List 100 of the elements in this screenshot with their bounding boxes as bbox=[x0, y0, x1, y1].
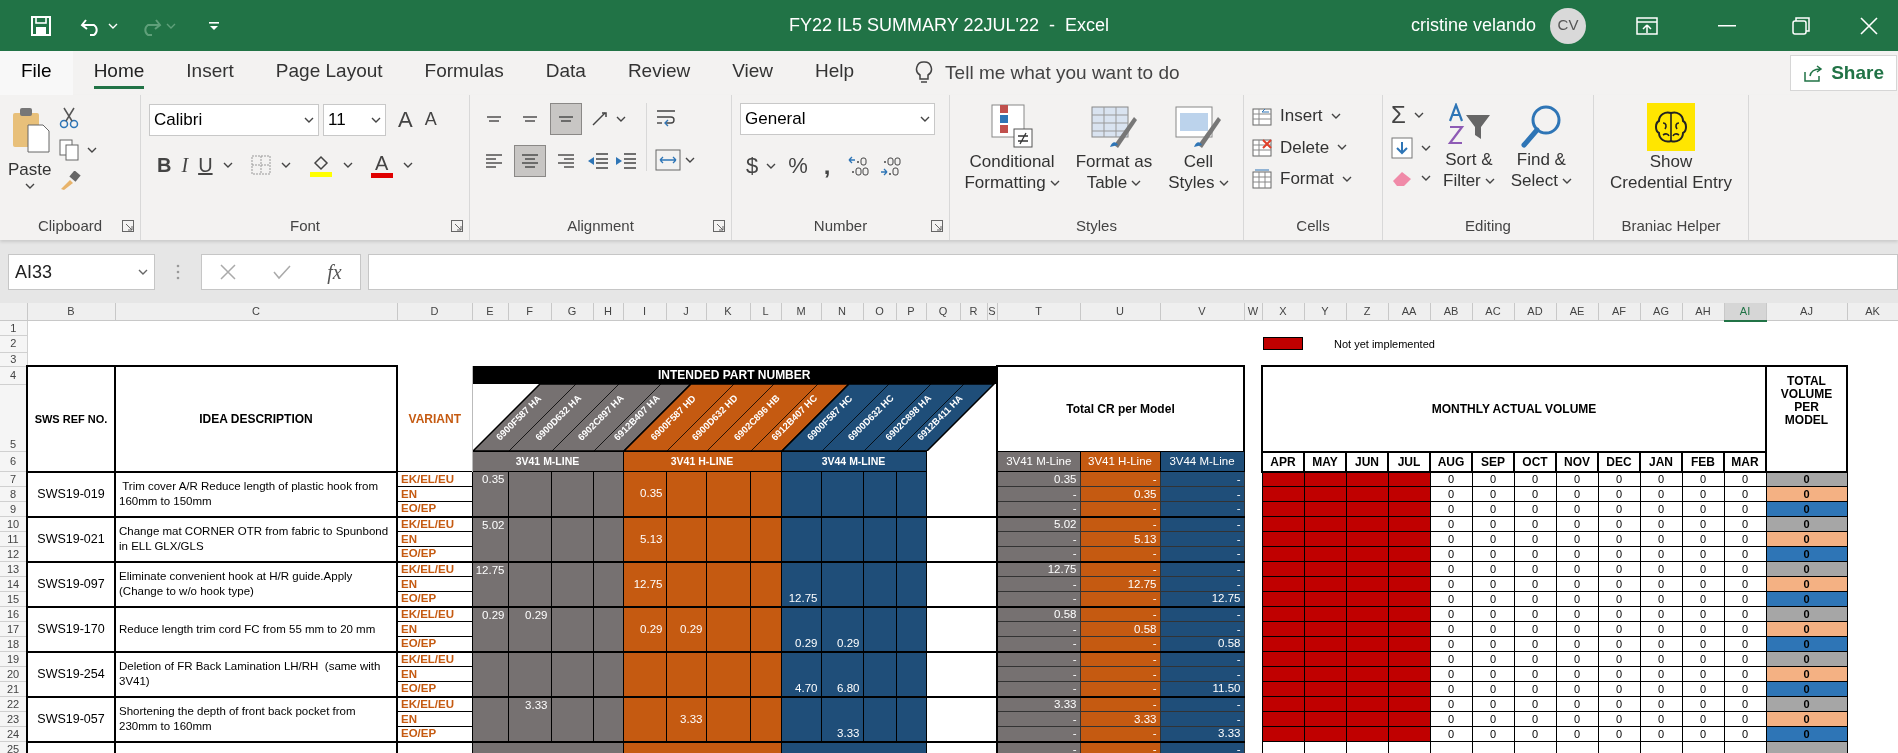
decrease-indent-icon[interactable] bbox=[586, 151, 610, 171]
ribbon-tab[interactable]: View bbox=[711, 51, 795, 95]
column-header[interactable]: B bbox=[27, 303, 115, 321]
column-header[interactable]: Z bbox=[1346, 303, 1388, 321]
save-icon[interactable] bbox=[30, 14, 52, 37]
column-header[interactable]: J bbox=[666, 303, 706, 321]
caret-icon[interactable] bbox=[1330, 112, 1341, 119]
column-header[interactable]: AE bbox=[1556, 303, 1598, 321]
find-select-button[interactable]: Find & Select bbox=[1506, 103, 1577, 191]
column-header[interactable]: AH bbox=[1682, 303, 1724, 321]
dialog-launcher-icon[interactable] bbox=[451, 220, 463, 232]
insert-function-button[interactable]: fx bbox=[327, 257, 342, 287]
column-header[interactable]: O bbox=[863, 303, 896, 321]
column-header[interactable]: C bbox=[115, 303, 397, 321]
column-header[interactable]: AK bbox=[1847, 303, 1898, 321]
conditional-formatting-button[interactable]: Conditional Formatting bbox=[960, 103, 1064, 193]
paste-button[interactable]: Paste bbox=[8, 107, 52, 189]
font-size-field[interactable]: 11 bbox=[323, 103, 386, 136]
lightbulb-icon[interactable] bbox=[915, 60, 934, 86]
caret-icon[interactable] bbox=[1337, 144, 1348, 151]
ribbon-tab[interactable]: Review bbox=[606, 51, 712, 95]
column-header[interactable]: U bbox=[1080, 303, 1160, 321]
column-header[interactable]: K bbox=[706, 303, 750, 321]
column-header[interactable]: AA bbox=[1388, 303, 1430, 321]
decrease-decimal-icon[interactable] bbox=[878, 154, 903, 177]
caret-icon[interactable] bbox=[1218, 179, 1229, 186]
share-button[interactable]: Share bbox=[1790, 55, 1897, 91]
column-header[interactable]: AD bbox=[1514, 303, 1556, 321]
name-box[interactable]: AI33 bbox=[8, 254, 155, 290]
ribbon-tab[interactable]: File bbox=[0, 51, 73, 95]
autosum-button[interactable]: Σ bbox=[1391, 103, 1406, 127]
column-header[interactable]: X bbox=[1262, 303, 1304, 321]
restore-icon[interactable] bbox=[1792, 16, 1810, 35]
caret-icon[interactable] bbox=[1413, 112, 1424, 118]
caret-icon[interactable] bbox=[138, 269, 148, 275]
align-button[interactable] bbox=[550, 103, 582, 135]
ribbon-tab[interactable]: Formulas bbox=[403, 51, 525, 95]
formula-input[interactable] bbox=[368, 254, 1898, 290]
column-header[interactable]: F bbox=[508, 303, 551, 321]
column-header[interactable]: R bbox=[960, 303, 987, 321]
shrink-font-button[interactable]: A bbox=[424, 106, 437, 133]
grow-font-button[interactable]: A bbox=[398, 103, 413, 136]
column-header[interactable]: AB bbox=[1430, 303, 1472, 321]
merge-cells-icon[interactable] bbox=[655, 149, 681, 171]
dialog-launcher-icon[interactable] bbox=[931, 220, 943, 232]
credential-entry-button[interactable]: Show Credential Entry bbox=[1606, 103, 1736, 193]
ribbon-display-icon[interactable] bbox=[1636, 16, 1658, 35]
caret-icon[interactable] bbox=[1562, 177, 1573, 184]
column-header[interactable]: M bbox=[781, 303, 821, 321]
font-name-field[interactable]: Calibri bbox=[149, 103, 319, 136]
caret-icon[interactable] bbox=[222, 162, 233, 168]
user-avatar[interactable]: CV bbox=[1550, 7, 1586, 44]
caret-icon[interactable] bbox=[685, 157, 695, 163]
column-header[interactable]: AF bbox=[1598, 303, 1640, 321]
caret-icon[interactable] bbox=[371, 116, 381, 123]
caret-icon[interactable] bbox=[342, 162, 353, 168]
column-header[interactable]: D bbox=[397, 303, 472, 321]
column-header[interactable]: P bbox=[896, 303, 926, 321]
increase-indent-icon[interactable] bbox=[614, 151, 638, 171]
ribbon-tab[interactable]: Page Layout bbox=[254, 51, 404, 95]
column-header[interactable]: Y bbox=[1304, 303, 1346, 321]
caret-icon[interactable] bbox=[402, 162, 413, 168]
column-header[interactable]: AI bbox=[1724, 303, 1766, 321]
font-color-button[interactable]: A bbox=[370, 152, 393, 178]
underline-button[interactable]: U bbox=[198, 150, 213, 180]
bold-button[interactable]: B bbox=[157, 150, 172, 180]
ribbon-tab[interactable]: Home bbox=[72, 51, 166, 95]
column-header[interactable]: AG bbox=[1640, 303, 1682, 321]
format-cells-button[interactable]: Format bbox=[1252, 166, 1352, 192]
column-header[interactable]: AC bbox=[1472, 303, 1514, 321]
caret-icon[interactable] bbox=[1049, 179, 1060, 186]
fill-color-icon[interactable] bbox=[308, 153, 333, 177]
sort-filter-button[interactable]: Sort & Filter bbox=[1439, 103, 1499, 191]
caret-icon[interactable] bbox=[766, 162, 777, 169]
column-header[interactable]: N bbox=[821, 303, 863, 321]
ribbon-tab[interactable]: Insert bbox=[165, 51, 255, 95]
column-header[interactable]: V bbox=[1160, 303, 1244, 321]
insert-cells-button[interactable]: Insert bbox=[1252, 103, 1352, 129]
column-header[interactable]: S bbox=[987, 303, 997, 321]
column-header[interactable]: AJ bbox=[1766, 303, 1847, 321]
caret-icon[interactable] bbox=[1131, 179, 1142, 186]
copy-icon[interactable] bbox=[59, 139, 80, 161]
dialog-launcher-icon[interactable] bbox=[713, 220, 725, 232]
customize-icon[interactable] bbox=[208, 20, 220, 31]
caret-icon[interactable] bbox=[1421, 145, 1431, 151]
caret-icon[interactable] bbox=[304, 116, 314, 123]
minimize-icon[interactable] bbox=[1718, 24, 1736, 27]
align-button[interactable] bbox=[514, 145, 546, 177]
column-header[interactable]: I bbox=[623, 303, 666, 321]
format-painter-icon[interactable] bbox=[59, 171, 82, 191]
caret-icon[interactable] bbox=[280, 162, 291, 168]
column-header[interactable]: H bbox=[593, 303, 623, 321]
currency-button[interactable]: $ bbox=[746, 149, 759, 182]
caret-icon[interactable] bbox=[920, 116, 930, 122]
column-header[interactable]: Q bbox=[926, 303, 960, 321]
column-header[interactable]: E bbox=[472, 303, 508, 321]
increase-decimal-icon[interactable] bbox=[846, 154, 871, 177]
caret-icon[interactable] bbox=[616, 116, 626, 122]
number-format-field[interactable]: General bbox=[740, 103, 935, 135]
ribbon-tab[interactable]: Help bbox=[794, 51, 876, 95]
